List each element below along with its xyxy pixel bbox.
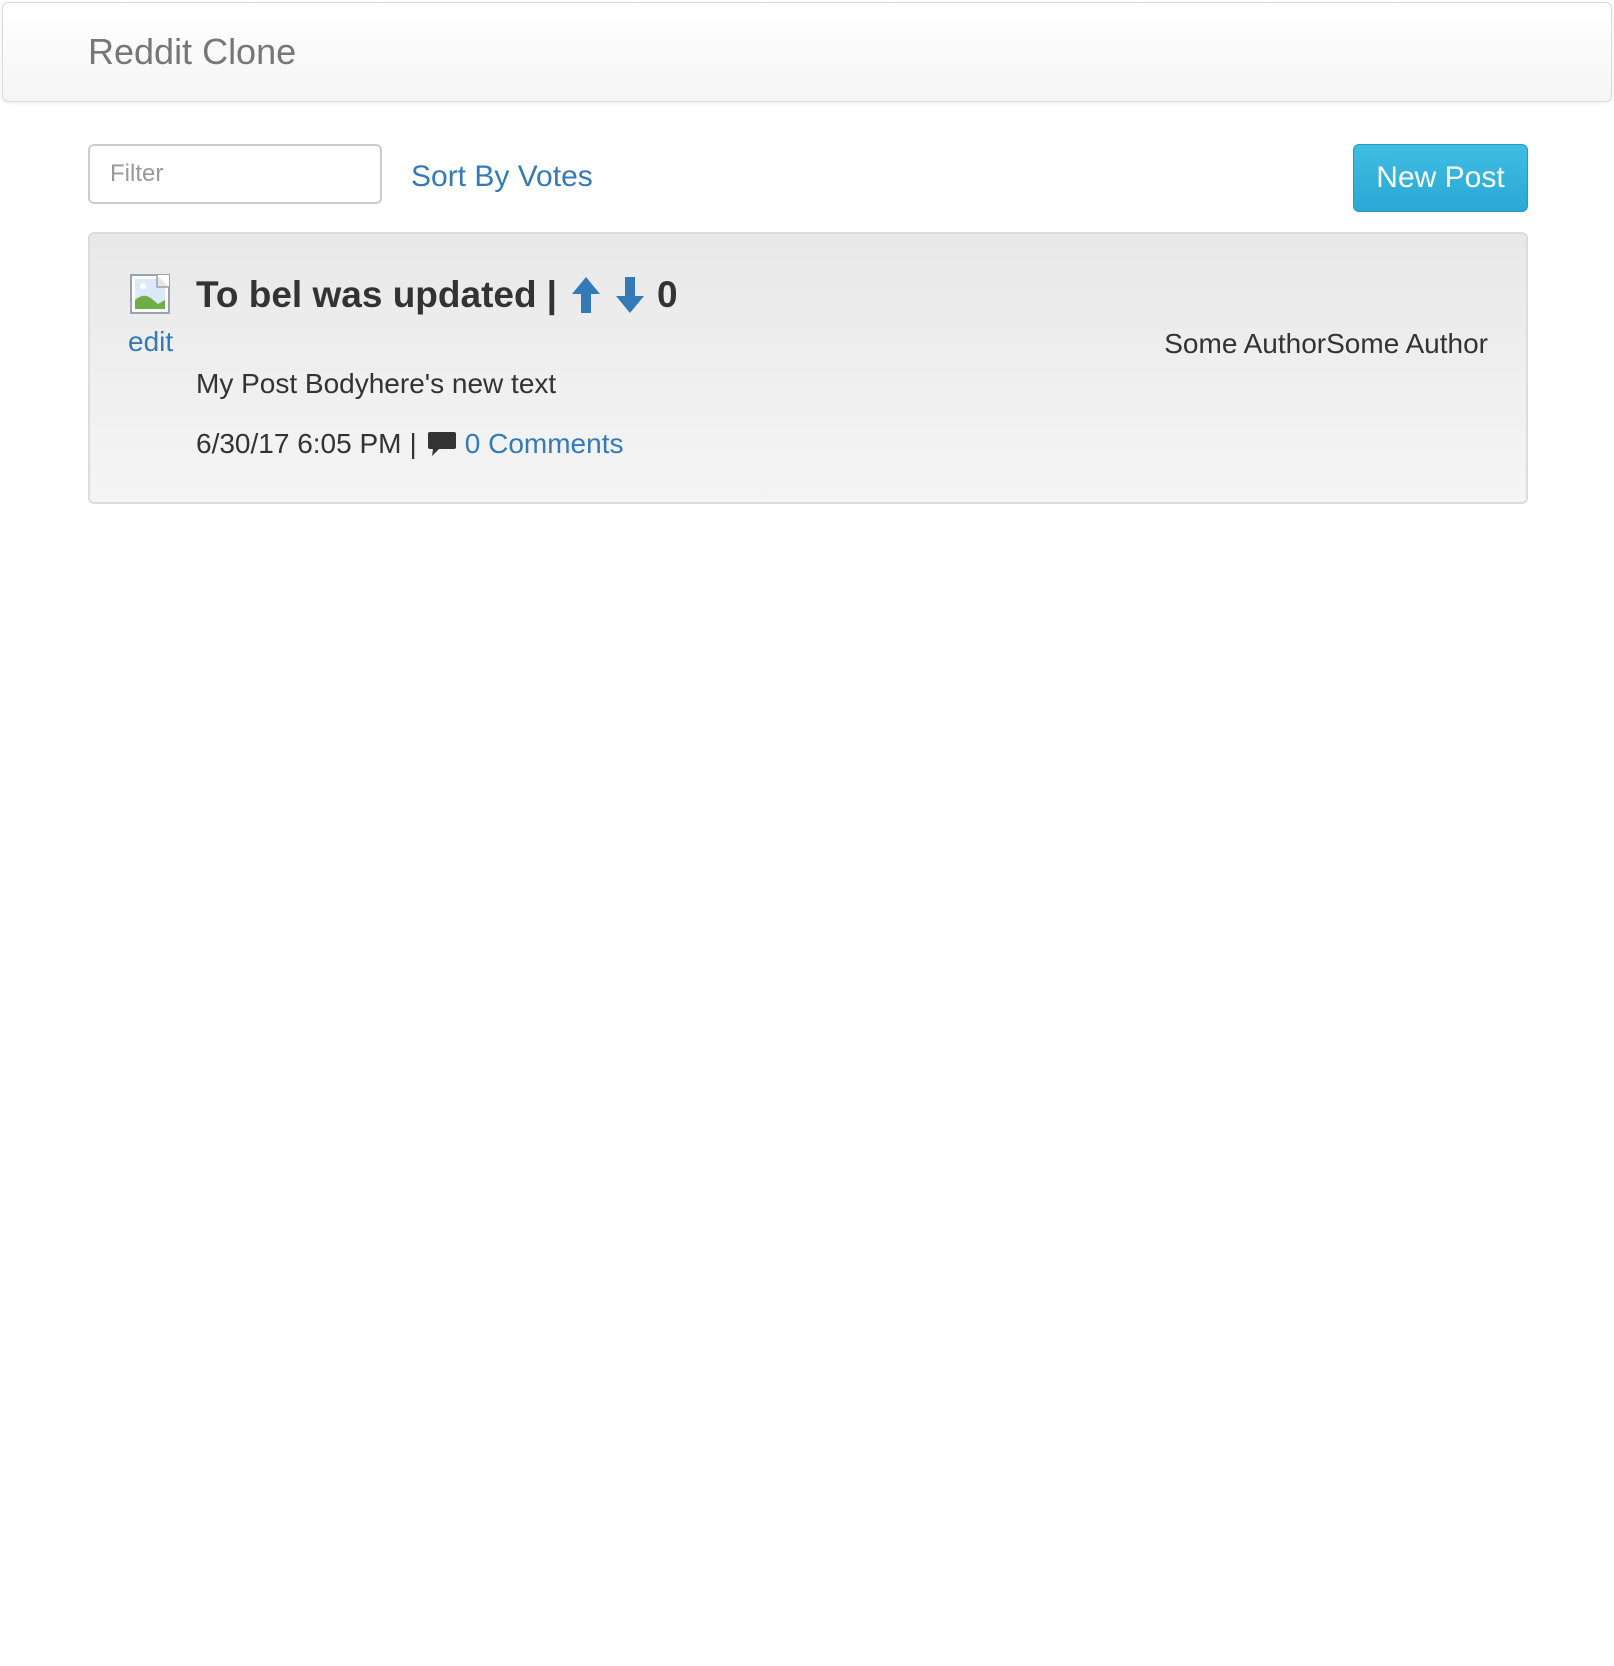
- post-body: My Post Bodyhere's new text: [196, 368, 557, 399]
- filter-input[interactable]: [88, 144, 382, 204]
- post-title: To bel was updated: [196, 274, 537, 315]
- arrow-up-icon[interactable]: [571, 276, 601, 314]
- edit-post-link[interactable]: edit: [128, 326, 173, 358]
- comment-icon: [427, 431, 457, 457]
- post-title-row: To bel was updated | 0: [196, 274, 678, 316]
- vote-count: 0: [656, 274, 678, 315]
- post-author: Some AuthorSome Author: [1164, 328, 1488, 359]
- title-separator: |: [546, 274, 557, 315]
- post-meta: 6/30/17 6:05 PM | 0 Comments: [196, 428, 623, 460]
- post-timestamp: 6/30/17 6:05 PM: [196, 428, 402, 459]
- post-card: edit To bel was updated | 0 Some AuthorS…: [88, 232, 1528, 504]
- new-post-button[interactable]: New Post: [1353, 144, 1528, 212]
- sort-by-votes-link[interactable]: Sort By Votes: [411, 160, 593, 194]
- top-navbar: Reddit Clone: [2, 2, 1612, 102]
- broken-image-icon: [130, 274, 170, 314]
- meta-separator: |: [409, 428, 417, 459]
- comments-link[interactable]: 0 Comments: [465, 428, 624, 460]
- brand-link[interactable]: Reddit Clone: [88, 31, 296, 73]
- arrow-down-icon[interactable]: [615, 276, 645, 314]
